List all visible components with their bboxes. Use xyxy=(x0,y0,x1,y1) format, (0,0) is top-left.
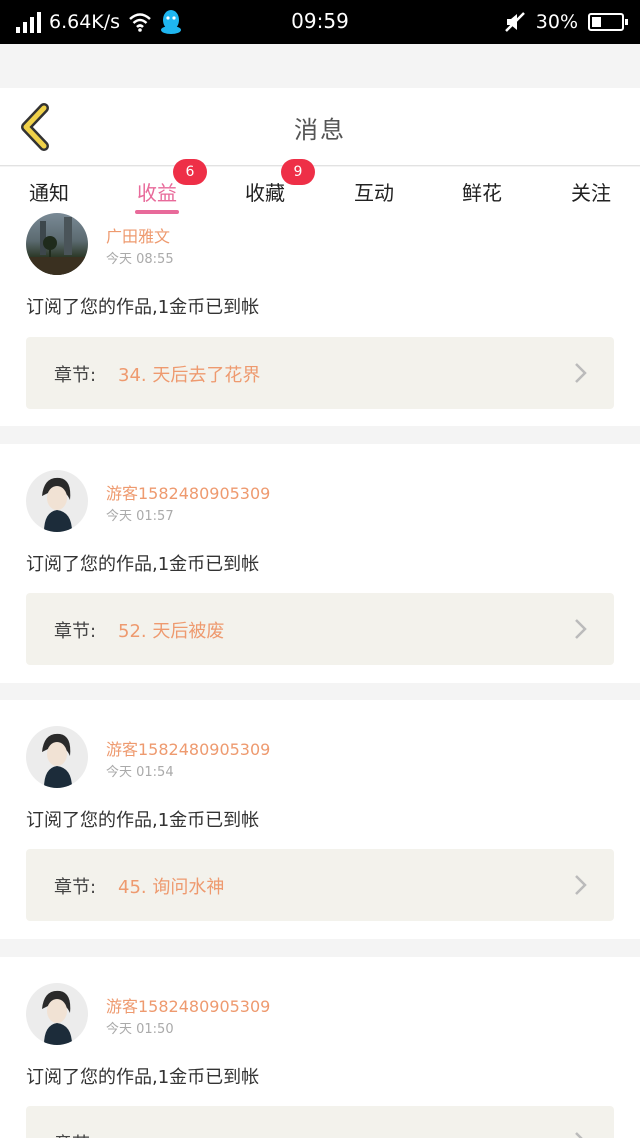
chapter-title: 34. 天后去了花界 xyxy=(118,365,261,386)
chevron-right-icon xyxy=(575,1132,583,1138)
chevron-right-icon xyxy=(575,619,587,639)
chapter-link[interactable]: 章节: 34. 天后去了花界 xyxy=(26,337,614,409)
tab-follow[interactable]: 关注 xyxy=(537,167,640,217)
username[interactable]: 广田雅文 xyxy=(106,223,170,247)
chapter-link[interactable]: 章节: 45. 询问水神 xyxy=(26,849,614,921)
message-text: 订阅了您的作品,1金币已到帐 xyxy=(26,1067,260,1088)
tab-label: 关注 xyxy=(571,181,611,205)
tab-label: 通知 xyxy=(29,181,69,205)
message-card[interactable]: 游客1582480905309 今天 01:54 订阅了您的作品,1金币已到帐 … xyxy=(0,700,640,939)
status-bar: 6.64K/s 09:59 30% xyxy=(0,0,640,44)
avatar-image xyxy=(26,217,88,275)
chapter-label: 章节: xyxy=(54,365,97,386)
chevron-right-icon xyxy=(575,363,587,383)
tab-earnings[interactable]: 收益 6 xyxy=(103,159,211,217)
username[interactable]: 游客1582480905309 xyxy=(106,736,270,760)
tab-label: 互动 xyxy=(354,181,394,205)
tab-favorites[interactable]: 收藏 9 xyxy=(211,159,319,217)
tab-flowers[interactable]: 鲜花 xyxy=(428,167,536,217)
avatar[interactable] xyxy=(26,470,88,532)
mute-icon xyxy=(504,12,525,32)
message-text: 订阅了您的作品,1金币已到帐 xyxy=(26,297,260,318)
avatar-image xyxy=(42,990,72,1045)
battery-icon xyxy=(588,13,628,31)
message-card[interactable]: 游客1582480905309 今天 01:57 订阅了您的作品,1金币已到帐 … xyxy=(0,444,640,683)
page-title: 消息 xyxy=(294,116,346,144)
tab-badge: 6 xyxy=(173,159,207,185)
username[interactable]: 游客1582480905309 xyxy=(106,480,270,504)
chapter-label: 章节: xyxy=(54,1130,96,1138)
chapter-link[interactable]: 章节: 52. 天后被废 xyxy=(26,593,614,665)
message-time: 今天 01:50 xyxy=(106,1022,174,1037)
message-text: 订阅了您的作品,1金币已到帐 xyxy=(26,810,260,831)
message-card[interactable]: 广田雅文 今天 08:55 订阅了您的作品,1金币已到帐 章节: 34. 天后去… xyxy=(0,213,640,426)
active-tab-indicator xyxy=(135,210,179,214)
tab-interactions[interactable]: 互动 xyxy=(320,167,428,217)
app-header: 消息 xyxy=(0,88,640,166)
status-right: 30% xyxy=(504,8,628,36)
chapter-title: 45. 询问水神 xyxy=(118,877,225,898)
chapter-label: 章节: xyxy=(54,877,97,898)
avatar-image xyxy=(42,733,72,788)
username[interactable]: 游客1582480905309 xyxy=(106,993,270,1017)
avatar[interactable] xyxy=(26,726,88,788)
chapter-link[interactable]: 章节: xyxy=(26,1106,614,1138)
avatar-image xyxy=(42,477,72,532)
message-time: 今天 08:55 xyxy=(106,252,174,267)
battery-percent: 30% xyxy=(535,11,578,33)
avatar[interactable] xyxy=(26,983,88,1045)
message-text: 订阅了您的作品,1金币已到帐 xyxy=(26,554,260,575)
tab-notifications[interactable]: 通知 xyxy=(0,167,103,217)
chapter-label: 章节: xyxy=(54,621,97,642)
tab-label: 鲜花 xyxy=(462,181,502,205)
message-time: 今天 01:57 xyxy=(106,509,174,524)
tab-badge: 9 xyxy=(281,159,315,185)
tab-bar: 通知 收益 6 收藏 9 互动 鲜花 关注 xyxy=(0,159,640,217)
message-card[interactable]: 游客1582480905309 今天 01:50 订阅了您的作品,1金币已到帐 … xyxy=(0,957,640,1138)
message-time: 今天 01:54 xyxy=(106,765,174,780)
chapter-title: 52. 天后被废 xyxy=(118,621,225,642)
avatar[interactable] xyxy=(26,213,88,275)
tab-label: 收藏 xyxy=(245,181,285,205)
tab-label: 收益 xyxy=(137,181,177,205)
chevron-right-icon xyxy=(575,875,587,895)
